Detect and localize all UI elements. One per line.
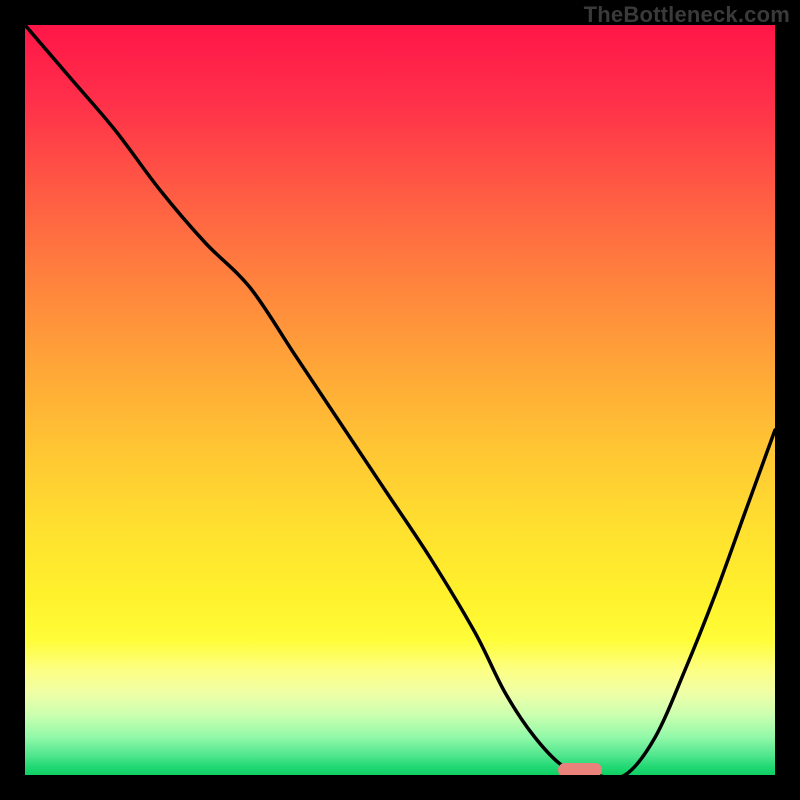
plot-area bbox=[25, 25, 775, 775]
curve-path bbox=[25, 25, 775, 775]
bottleneck-curve bbox=[25, 25, 775, 775]
optimum-marker bbox=[558, 763, 602, 775]
chart-frame: TheBottleneck.com bbox=[0, 0, 800, 800]
watermark-text: TheBottleneck.com bbox=[584, 2, 790, 28]
